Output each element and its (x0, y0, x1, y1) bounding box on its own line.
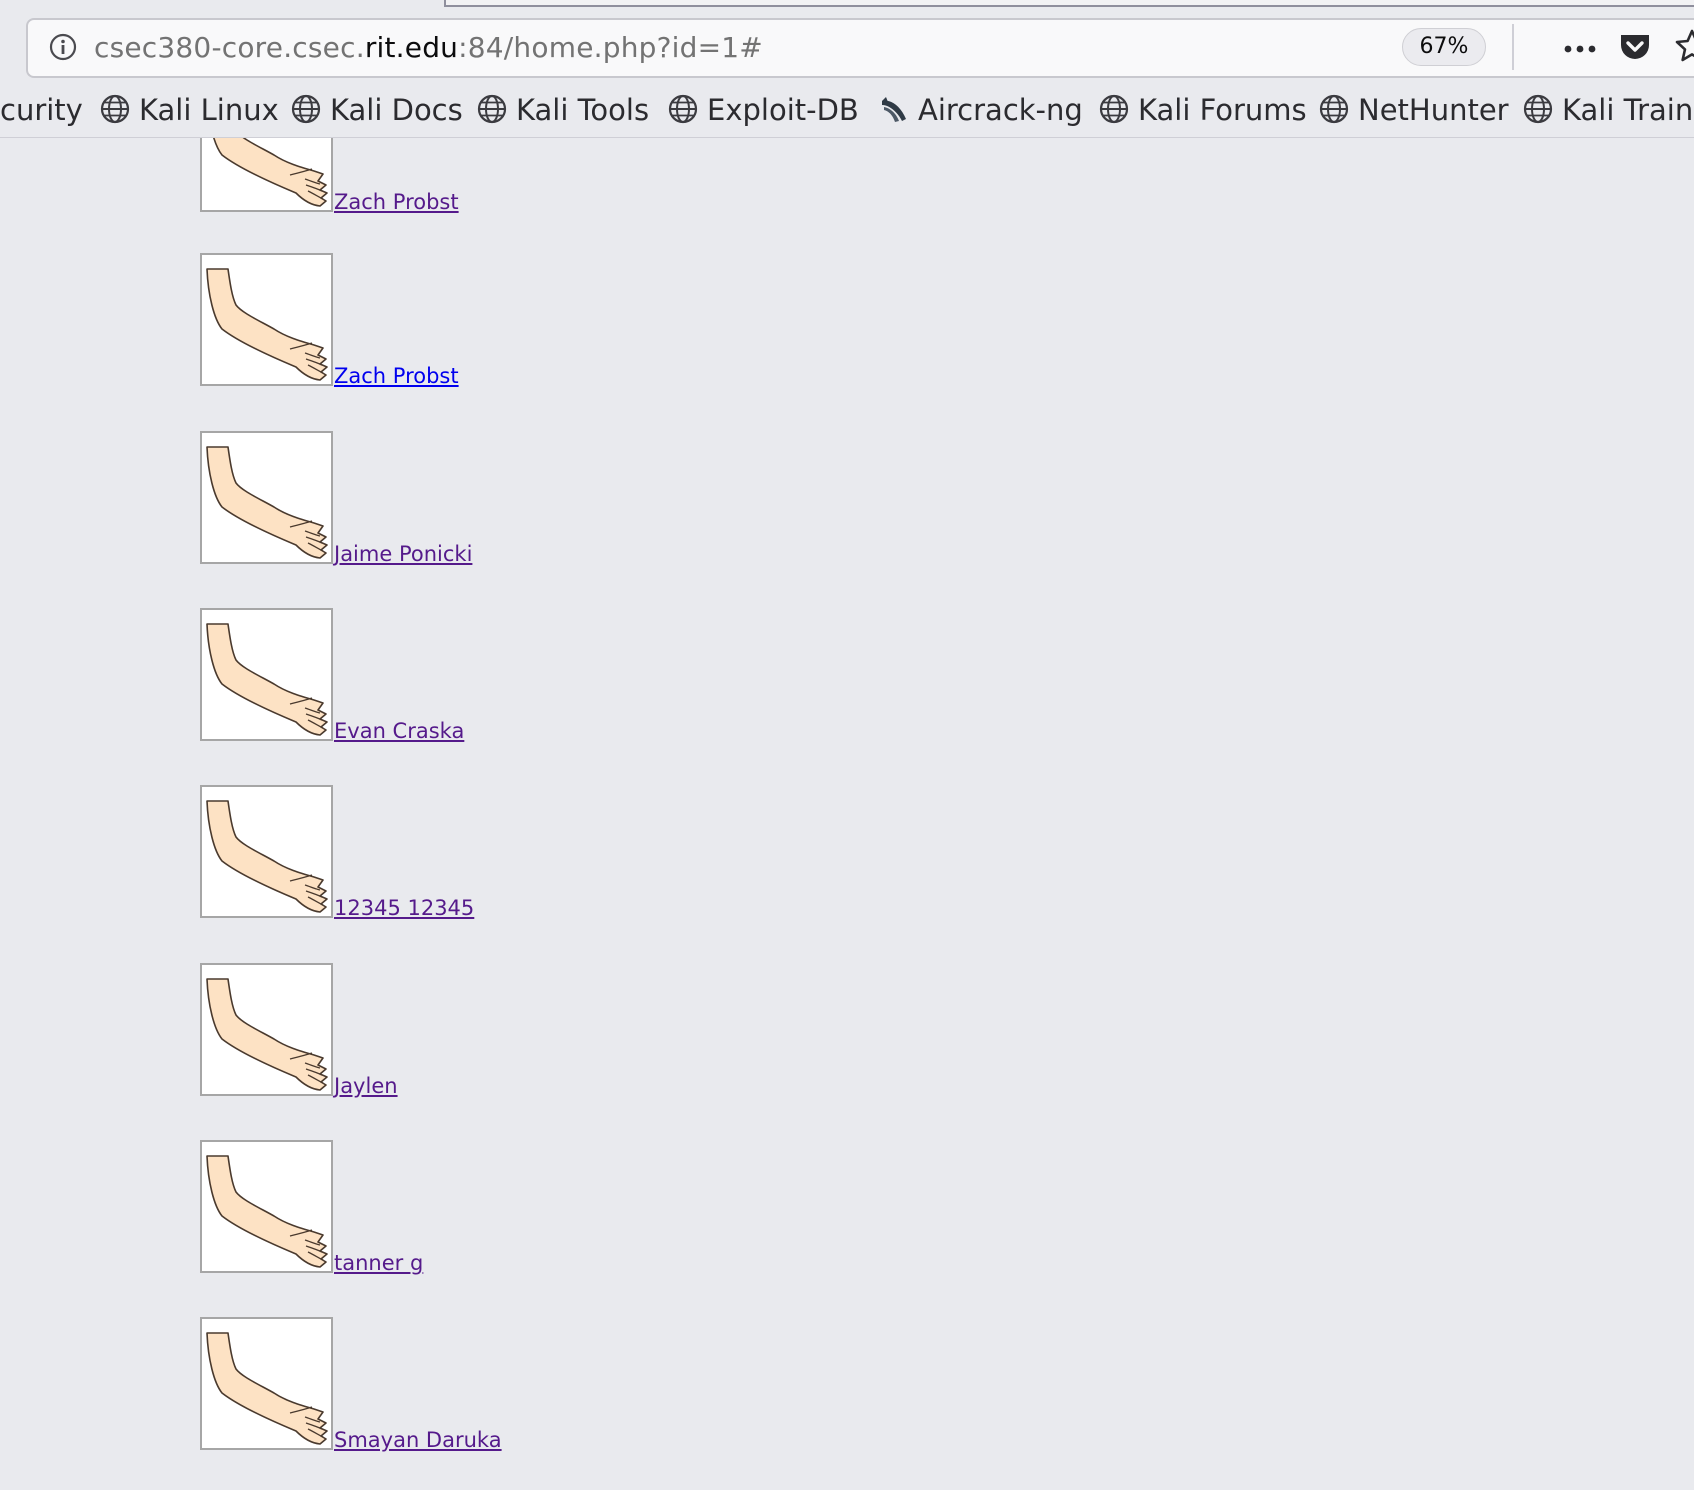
user-name-link[interactable]: Jaime Ponicki (334, 542, 472, 566)
user-name-link[interactable]: Jaylen (334, 1074, 398, 1098)
zoom-reset-button[interactable]: 67% (1402, 28, 1486, 66)
bookmark-aircrack-ng[interactable]: Aircrack-ng (878, 90, 1083, 130)
url-suffix: :84/home.php?id=1# (458, 31, 763, 64)
bookmark-security[interactable]: curity (0, 90, 83, 130)
bookmark-label: Kali Tools (516, 93, 650, 127)
browser-window: csec380-core.csec.rit.edu:84/home.php?id… (0, 0, 1694, 1490)
bookmark-label: Kali Linux (139, 93, 279, 127)
user-name-link[interactable]: Smayan Daruka (334, 1428, 502, 1452)
url-prefix: csec380-core.csec. (94, 31, 365, 64)
arm-icon (206, 978, 328, 1091)
globe-icon (1523, 94, 1553, 124)
arm-icon (206, 1155, 328, 1268)
bookmark-label: Kali Docs (330, 93, 463, 127)
bookmark-kali-docs[interactable]: Kali Docs (290, 90, 463, 130)
url-domain: rit.edu (364, 31, 459, 64)
profile-thumbnail[interactable] (200, 138, 333, 212)
user-name-link[interactable]: 12345 12345 (334, 896, 474, 920)
bookmark-label: Exploit-DB (707, 93, 859, 127)
bookmarks-toolbar: curity Kali Linux Kali Docs Kali Tools E… (0, 84, 1694, 138)
profile-thumbnail[interactable] (200, 608, 333, 741)
user-name-link[interactable]: Evan Craska (334, 719, 464, 743)
bookmark-exploit-db[interactable]: Exploit-DB (667, 90, 859, 130)
globe-icon (291, 94, 321, 124)
globe-icon (100, 94, 130, 124)
globe-icon (477, 94, 507, 124)
more-horizontal-icon[interactable] (1560, 34, 1600, 64)
profile-thumbnail[interactable] (200, 963, 333, 1096)
profile-thumbnail[interactable] (200, 431, 333, 564)
tab-strip (0, 0, 1694, 12)
bookmark-label: Aircrack-ng (918, 93, 1083, 127)
bookmark-kali-tools[interactable]: Kali Tools (476, 90, 649, 130)
globe-icon (1319, 94, 1349, 124)
bookmark-nethunter[interactable]: NetHunter (1318, 90, 1509, 130)
bookmark-kali-training[interactable]: Kali Traini (1522, 90, 1694, 130)
profile-thumbnail[interactable] (200, 1140, 333, 1273)
arm-icon (206, 446, 328, 559)
arm-icon (206, 268, 328, 381)
profile-thumbnail[interactable] (200, 785, 333, 918)
bookmark-label: Kali Forums (1138, 93, 1307, 127)
arm-icon (206, 800, 328, 913)
page-content: Zach Probst Zach Probst Jaime Ponicki Ev… (0, 138, 1694, 1490)
info-icon[interactable] (48, 32, 78, 62)
url-text[interactable]: csec380-core.csec.rit.edu:84/home.php?id… (94, 30, 763, 66)
nav-toolbar: csec380-core.csec.rit.edu:84/home.php?id… (0, 12, 1694, 84)
aircrack-icon (882, 97, 906, 122)
bookmark-label: Kali Traini (1562, 93, 1694, 127)
globe-icon (668, 94, 698, 124)
bookmark-kali-linux[interactable]: Kali Linux (99, 90, 279, 130)
url-bar-separator (1512, 24, 1514, 70)
profile-thumbnail[interactable] (200, 253, 333, 386)
user-name-link[interactable]: tanner g (334, 1251, 423, 1275)
user-name-link[interactable]: Zach Probst (334, 364, 459, 388)
arm-icon (206, 1332, 328, 1445)
star-icon[interactable] (1674, 28, 1694, 64)
arm-icon (213, 138, 328, 207)
profile-thumbnail[interactable] (200, 1317, 333, 1450)
active-tab-edge[interactable] (444, 0, 1694, 7)
globe-icon (1099, 94, 1129, 124)
url-bar[interactable]: csec380-core.csec.rit.edu:84/home.php?id… (26, 18, 1694, 78)
pocket-icon[interactable] (1618, 30, 1652, 64)
arm-icon (206, 623, 328, 736)
bookmark-kali-forums[interactable]: Kali Forums (1098, 90, 1307, 130)
user-name-link[interactable]: Zach Probst (334, 190, 459, 214)
bookmark-label: curity (0, 93, 83, 127)
bookmark-label: NetHunter (1358, 93, 1509, 127)
